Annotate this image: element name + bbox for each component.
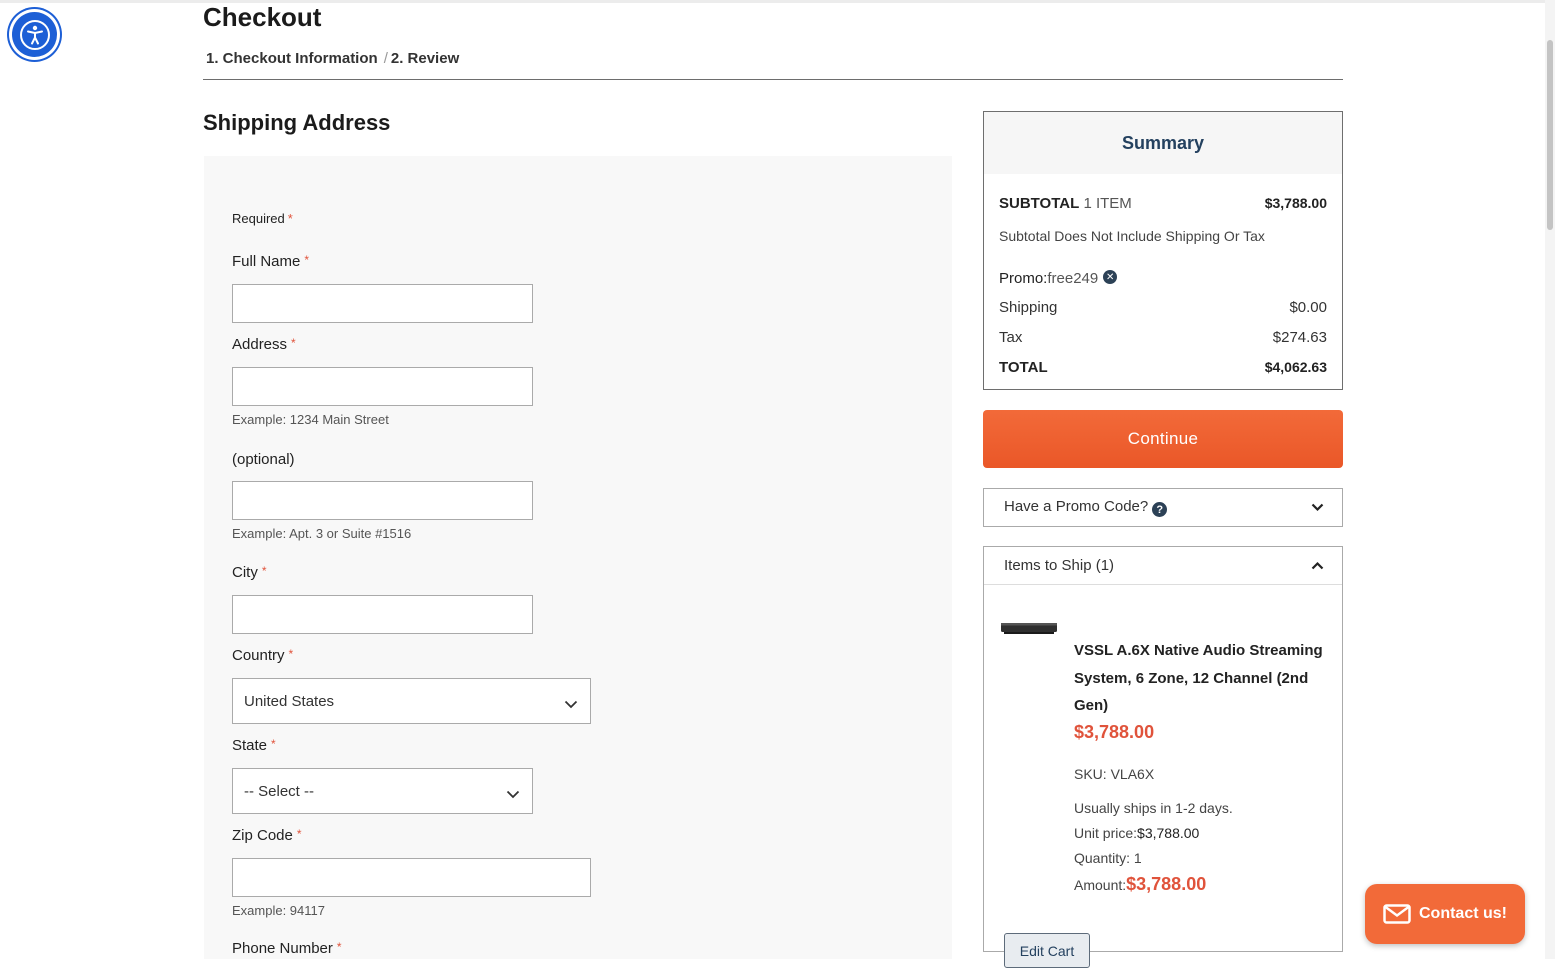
address-label: Address * bbox=[232, 336, 296, 353]
product-shipping-time: Usually ships in 1-2 days. bbox=[1074, 800, 1233, 816]
state-label: State * bbox=[232, 737, 276, 754]
chevron-up-icon bbox=[1311, 561, 1324, 570]
accessibility-icon bbox=[19, 19, 50, 50]
promo-code-header[interactable]: Have a Promo Code?? bbox=[984, 489, 1342, 526]
promo-code-label: Have a Promo Code? bbox=[1004, 497, 1149, 515]
address2-input[interactable] bbox=[232, 481, 533, 520]
product-quantity: Quantity: 1 bbox=[1074, 850, 1142, 866]
subtotal-count: 1 ITEM bbox=[1083, 195, 1132, 212]
product-amount: Amount:$3,788.00 bbox=[1074, 874, 1207, 894]
country-select[interactable]: United States bbox=[232, 678, 591, 724]
address-input[interactable] bbox=[232, 367, 533, 406]
zip-hint: Example: 94117 bbox=[232, 903, 325, 918]
subtotal-label: SUBTOTAL bbox=[999, 195, 1080, 212]
chevron-down-icon bbox=[564, 700, 578, 708]
scrollbar-thumb[interactable] bbox=[1547, 40, 1553, 230]
items-to-ship-header[interactable]: Items to Ship (1) bbox=[984, 547, 1342, 584]
state-select[interactable]: -- Select -- bbox=[232, 768, 533, 814]
items-to-ship-label: Items to Ship (1) bbox=[1004, 557, 1115, 574]
edit-cart-button[interactable]: Edit Cart bbox=[1004, 933, 1090, 968]
subtotal-value: $3,788.00 bbox=[1264, 195, 1327, 211]
product-name[interactable]: VSSL A.6X Native Audio Streaming System,… bbox=[1074, 637, 1330, 720]
total-value: $4,062.63 bbox=[1264, 359, 1327, 375]
order-summary: Summary SUBTOTAL 1 ITEM $3,788.00 Subtot… bbox=[983, 111, 1343, 390]
summary-title: Summary bbox=[984, 112, 1342, 174]
total-label: TOTAL bbox=[999, 359, 1048, 376]
accessibility-button[interactable] bbox=[12, 12, 57, 57]
items-to-ship-accordion: Items to Ship (1) VSSL A.6X Native Audio… bbox=[983, 546, 1343, 968]
address2-label: (optional) bbox=[232, 451, 295, 468]
promo-label: Promo: bbox=[999, 270, 1048, 287]
help-icon[interactable]: ? bbox=[1152, 502, 1168, 518]
full-name-input[interactable] bbox=[232, 284, 533, 323]
shipping-row: Shipping $0.00 bbox=[999, 299, 1327, 316]
shipping-label: Shipping bbox=[999, 299, 1058, 316]
shipping-value: $0.00 bbox=[1289, 299, 1327, 316]
subtotal-row: SUBTOTAL 1 ITEM $3,788.00 bbox=[999, 195, 1327, 212]
continue-button[interactable]: Continue bbox=[983, 410, 1343, 468]
product-price: $3,788.00 bbox=[1074, 722, 1155, 742]
items-list: VSSL A.6X Native Audio Streaming System,… bbox=[984, 584, 1342, 968]
promo-code-accordion[interactable]: Have a Promo Code?? bbox=[983, 488, 1343, 527]
required-note: Required * bbox=[232, 211, 293, 226]
contact-us-button[interactable]: Contact us! bbox=[1365, 884, 1525, 944]
zip-input[interactable] bbox=[232, 858, 591, 897]
page-title: Checkout bbox=[203, 2, 322, 32]
promo-row: Promo: free249 ✕ bbox=[999, 270, 1327, 287]
step-separator: / bbox=[383, 50, 388, 67]
envelope-icon bbox=[1383, 904, 1411, 924]
shipping-form-panel bbox=[204, 156, 952, 959]
city-input[interactable] bbox=[232, 595, 533, 634]
address-hint: Example: 1234 Main Street bbox=[232, 412, 389, 427]
chevron-down-icon bbox=[1311, 503, 1324, 512]
product-sku: SKU: VLA6X bbox=[1074, 766, 1155, 782]
tax-row: Tax $274.63 bbox=[999, 329, 1327, 346]
address2-hint: Example: Apt. 3 or Suite #1516 bbox=[232, 526, 412, 541]
checkout-steps: 1. Checkout Information /2. Review bbox=[206, 50, 459, 67]
step-checkout-information[interactable]: 1. Checkout Information bbox=[206, 50, 378, 67]
state-select-value: -- Select -- bbox=[244, 782, 315, 800]
promo-code: free249 bbox=[1047, 270, 1099, 287]
zip-label: Zip Code * bbox=[232, 827, 302, 844]
title-divider bbox=[203, 79, 1343, 80]
product-unit-price: Unit price:$3,788.00 bbox=[1074, 825, 1200, 841]
tax-value: $274.63 bbox=[1272, 329, 1327, 346]
step-review[interactable]: 2. Review bbox=[391, 50, 459, 67]
chevron-down-icon bbox=[506, 790, 520, 798]
remove-promo-icon[interactable]: ✕ bbox=[1103, 270, 1118, 284]
phone-label: Phone Number * bbox=[232, 940, 342, 957]
product-image[interactable] bbox=[1000, 619, 1058, 637]
subtotal-note: Subtotal Does Not Include Shipping Or Ta… bbox=[999, 228, 1265, 244]
country-select-value: United States bbox=[244, 692, 335, 710]
tax-label: Tax bbox=[999, 329, 1023, 346]
contact-us-label: Contact us! bbox=[1419, 905, 1507, 922]
city-label: City * bbox=[232, 564, 267, 581]
country-label: Country * bbox=[232, 647, 294, 664]
total-row: TOTAL $4,062.63 bbox=[999, 359, 1327, 376]
shipping-address-title: Shipping Address bbox=[203, 110, 391, 135]
scrollbar[interactable] bbox=[1545, 0, 1555, 959]
full-name-label: Full Name * bbox=[232, 253, 310, 270]
